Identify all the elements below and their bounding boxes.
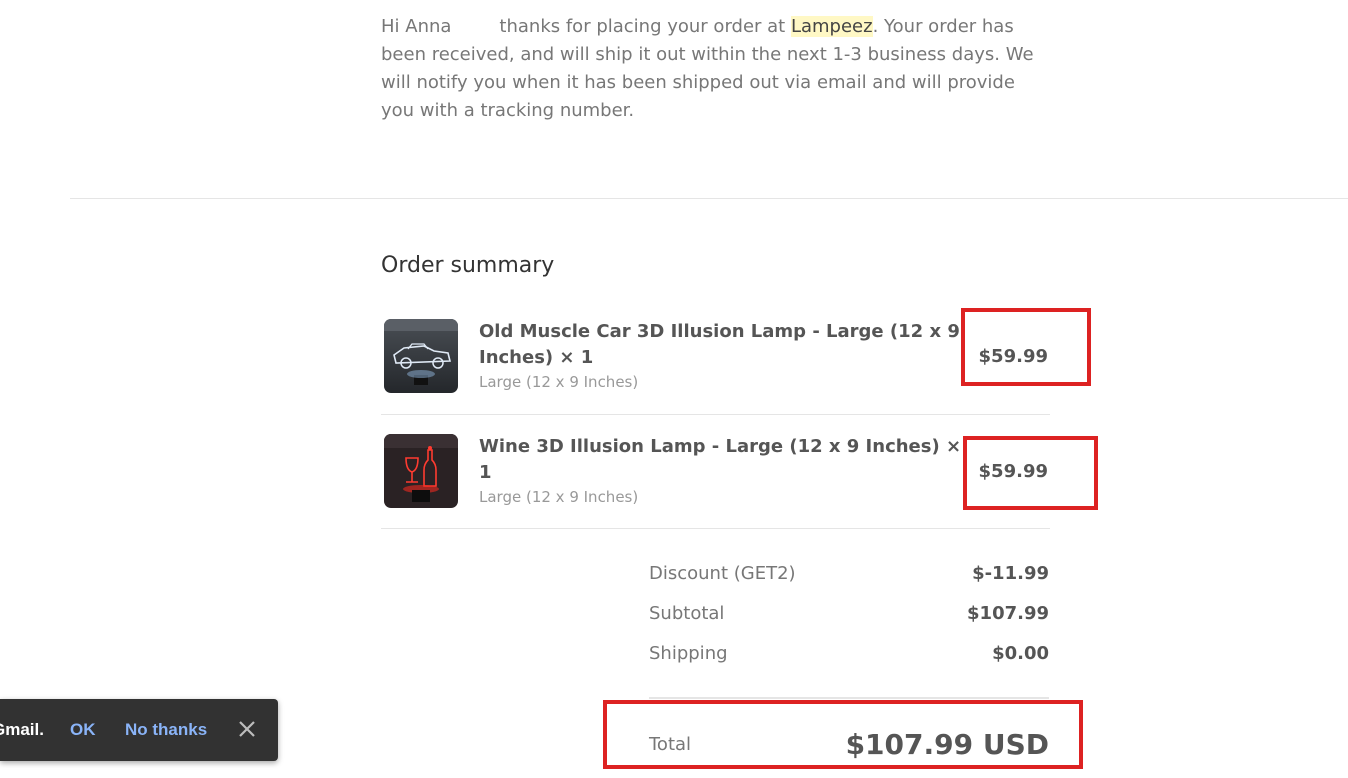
total-separator (649, 697, 1049, 699)
shipping-value: $0.00 (992, 643, 1049, 664)
shipping-row: Shipping $0.00 (649, 643, 1049, 667)
shipping-label: Shipping (649, 643, 728, 664)
subtotal-row: Subtotal $107.99 (649, 603, 1049, 627)
order-summary-title: Order summary (381, 253, 555, 278)
intro-paragraph: Hi Anna thanks for placing your order at … (381, 13, 1041, 125)
wine-lamp-image[interactable] (384, 434, 458, 508)
highlight-box-total (603, 700, 1083, 769)
discount-label: Discount (GET2) (649, 563, 796, 584)
section-divider (70, 198, 1348, 199)
item-name[interactable]: Wine 3D Illusion Lamp - Large (12 x 9 In… (479, 434, 969, 486)
item-details: Old Muscle Car 3D Illusion Lamp - Large … (479, 319, 969, 393)
discount-row: Discount (GET2) $-11.99 (649, 563, 1049, 587)
highlight-box-item-1-price (961, 308, 1091, 386)
subtotal-value: $107.99 (967, 603, 1049, 624)
close-icon[interactable] (236, 718, 258, 740)
car-lamp-image[interactable] (384, 319, 458, 393)
order-item: Wine 3D Illusion Lamp - Large (12 x 9 In… (381, 433, 1050, 529)
snackbar-no-thanks-button[interactable]: No thanks (125, 720, 207, 740)
subtotal-label: Subtotal (649, 603, 725, 624)
item-details: Wine 3D Illusion Lamp - Large (12 x 9 In… (479, 434, 969, 508)
store-name-highlight: Lampeez (790, 16, 873, 37)
item-variant: Large (12 x 9 Inches) (479, 488, 639, 506)
item-variant: Large (12 x 9 Inches) (479, 373, 639, 391)
order-item: Old Muscle Car 3D Illusion Lamp - Large … (381, 318, 1050, 415)
email-page: Hi Anna thanks for placing your order at … (0, 0, 1348, 778)
discount-value: $-11.99 (972, 563, 1049, 584)
item-name[interactable]: Old Muscle Car 3D Illusion Lamp - Large … (479, 319, 969, 371)
greeting: Hi Anna (381, 16, 452, 37)
highlight-box-item-2-price (963, 436, 1098, 510)
snackbar-message: Gmail. (0, 720, 44, 739)
intro-text-before: thanks for placing your order at (499, 16, 791, 37)
snackbar-ok-button[interactable]: OK (70, 720, 96, 740)
snackbar: Gmail. OK No thanks (0, 699, 278, 761)
